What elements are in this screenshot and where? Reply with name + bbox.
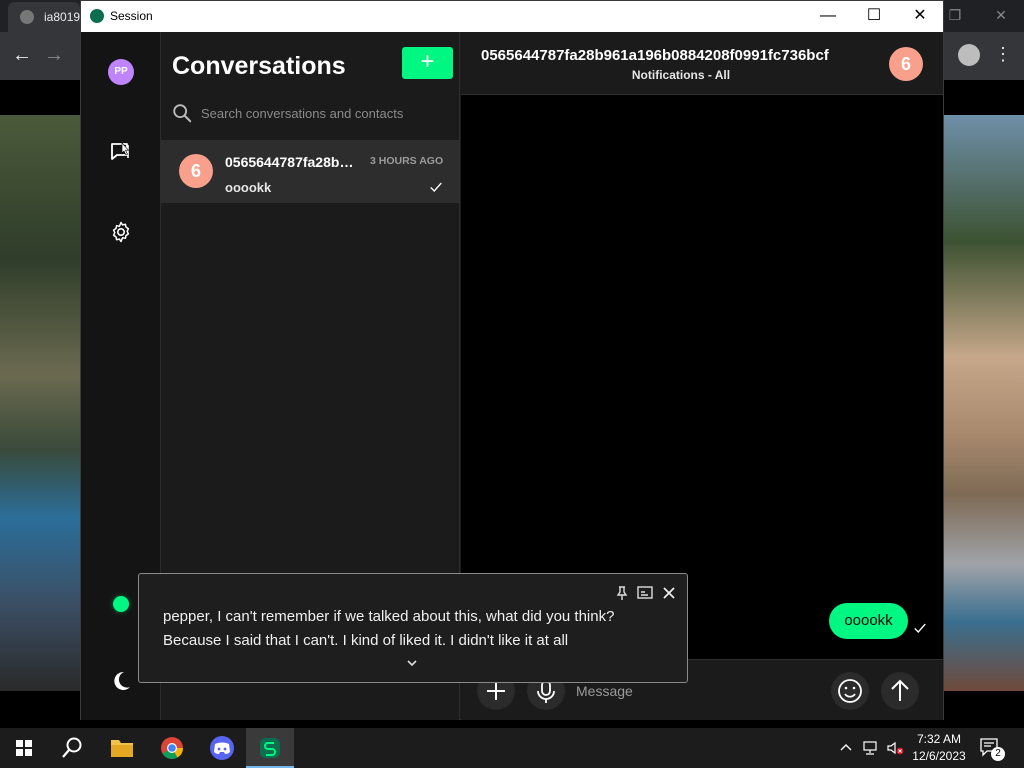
session-taskbar-button[interactable] bbox=[246, 728, 294, 768]
chrome-button[interactable] bbox=[148, 728, 196, 768]
folder-icon bbox=[111, 740, 133, 757]
messages-icon[interactable] bbox=[109, 139, 133, 163]
browser-tab[interactable]: ia8019 bbox=[8, 2, 80, 32]
minimize-button[interactable]: — bbox=[805, 1, 851, 32]
pin-icon[interactable] bbox=[613, 584, 631, 602]
discord-icon bbox=[210, 736, 234, 760]
conversations-title: Conversations bbox=[172, 52, 346, 80]
sent-check-icon bbox=[914, 623, 926, 633]
new-conversation-button[interactable]: + bbox=[402, 47, 453, 79]
caption-line: pepper, I can't remember if we talked ab… bbox=[163, 608, 615, 625]
sent-check-icon bbox=[430, 182, 442, 192]
windows-logo-icon bbox=[16, 740, 32, 756]
taskbar-search-button[interactable] bbox=[48, 728, 96, 768]
desktop: ia8019 ❐ ✕ ← → ⋮ Session — ☐ ✕ PP Conver… bbox=[0, 0, 1024, 768]
header-avatar[interactable]: 6 bbox=[889, 47, 923, 81]
send-button[interactable] bbox=[881, 672, 919, 710]
conversation-header-name: 0565644787fa28b961a196b0884208f0991fc736… bbox=[481, 47, 829, 64]
contact-avatar: 6 bbox=[179, 154, 213, 188]
browser-close-button[interactable]: ✕ bbox=[978, 0, 1024, 30]
live-caption-window[interactable]: pepper, I can't remember if we talked ab… bbox=[138, 573, 688, 683]
discord-button[interactable] bbox=[198, 728, 246, 768]
session-logo-icon bbox=[260, 738, 280, 758]
globe-icon bbox=[20, 10, 34, 24]
maximize-button[interactable]: ☐ bbox=[851, 1, 897, 32]
back-arrow-icon[interactable]: ← bbox=[12, 44, 32, 67]
conversation-header[interactable]: 0565644787fa28b961a196b0884208f0991fc736… bbox=[461, 32, 943, 95]
clock-time[interactable]: 7:32 AM bbox=[908, 732, 970, 746]
smiley-icon bbox=[838, 679, 862, 703]
notification-count-badge: 2 bbox=[991, 747, 1005, 761]
gear-icon[interactable] bbox=[109, 220, 133, 244]
user-avatar[interactable]: PP bbox=[108, 59, 134, 85]
search-input[interactable] bbox=[201, 102, 451, 124]
file-explorer-button[interactable] bbox=[98, 728, 146, 768]
windows-taskbar: 7:32 AM 12/6/2023 2 bbox=[0, 728, 1024, 768]
action-center-button[interactable]: 2 bbox=[978, 736, 1008, 762]
search-icon bbox=[62, 737, 82, 758]
message-input[interactable] bbox=[576, 680, 816, 702]
profile-avatar-icon[interactable] bbox=[958, 44, 980, 66]
conversation-preview: ooookk bbox=[225, 180, 272, 195]
conversation-timestamp: 3 HOURS AGO bbox=[370, 155, 444, 167]
close-button[interactable]: ✕ bbox=[897, 1, 943, 32]
moon-icon[interactable] bbox=[109, 669, 133, 693]
online-status-indicator bbox=[113, 596, 129, 612]
chevron-down-icon[interactable] bbox=[405, 656, 419, 670]
volume-muted-icon[interactable] bbox=[886, 740, 906, 756]
forward-arrow-icon[interactable]: → bbox=[44, 44, 64, 67]
window-title: Session bbox=[110, 9, 153, 23]
network-icon[interactable] bbox=[862, 740, 880, 756]
emoji-button[interactable] bbox=[831, 672, 869, 710]
conversation-name: 0565644787fa28b961a196b0884208f0991fc736… bbox=[225, 154, 357, 170]
session-logo-icon bbox=[90, 9, 104, 23]
browser-menu-icon[interactable]: ⋮ bbox=[994, 44, 1012, 65]
outgoing-message-bubble[interactable]: ooookk bbox=[829, 603, 908, 639]
notification-setting: Notifications - All bbox=[631, 68, 731, 82]
search-icon bbox=[173, 104, 192, 123]
arrow-up-icon bbox=[891, 679, 909, 701]
chevron-up-icon[interactable] bbox=[838, 740, 854, 756]
start-button[interactable] bbox=[0, 728, 48, 768]
caption-line: Because I said that I can't. I kind of l… bbox=[163, 632, 569, 649]
close-icon[interactable] bbox=[660, 584, 678, 602]
chrome-icon bbox=[161, 737, 183, 759]
browser-tab-label: ia8019 bbox=[44, 10, 81, 24]
caption-settings-icon[interactable] bbox=[636, 584, 654, 602]
background-video-right bbox=[944, 115, 1024, 691]
clock-date[interactable]: 12/6/2023 bbox=[908, 749, 970, 763]
background-video-left bbox=[0, 115, 80, 691]
window-titlebar: Session — ☐ ✕ bbox=[81, 1, 943, 32]
conversation-list-item[interactable]: 6 0565644787fa28b961a196b0884208f0991fc7… bbox=[161, 140, 459, 203]
